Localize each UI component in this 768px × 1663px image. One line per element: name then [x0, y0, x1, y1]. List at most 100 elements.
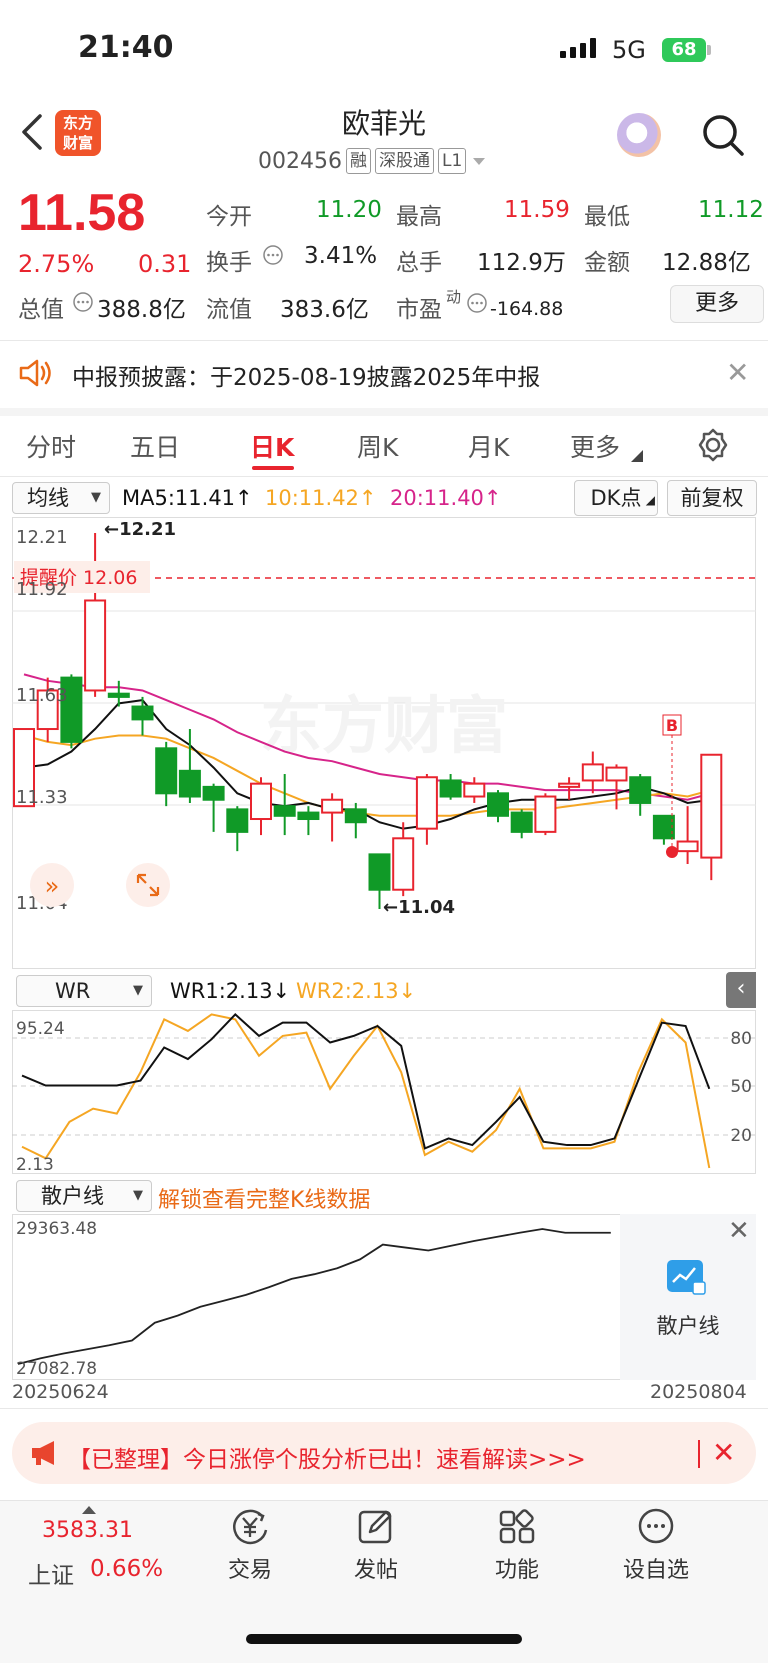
- y-label-1: 12.21: [16, 527, 68, 548]
- more-dots-icon: [638, 1508, 674, 1544]
- corner-triangle-icon: [631, 450, 643, 462]
- notice-text[interactable]: 中报预披露：于2025-08-19披露2025年中报: [72, 358, 540, 392]
- volume-value: 112.9万: [477, 250, 566, 276]
- dk-point-label: DK点: [590, 486, 642, 510]
- candle-body: [676, 840, 699, 853]
- index-value[interactable]: 3583.31: [42, 1518, 133, 1543]
- date-end: 20250804: [650, 1381, 747, 1403]
- nav-functions[interactable]: 功能: [467, 1504, 567, 1584]
- connect-tag: 深股通: [374, 148, 434, 174]
- retail-y-bottom: 27082.78: [16, 1359, 97, 1379]
- date-start: 20250624: [12, 1381, 109, 1403]
- double-chevron-icon: »: [45, 872, 60, 900]
- candle-body: [202, 785, 225, 801]
- wr-chart: 95.24 2.13 80 50 20: [12, 1010, 756, 1174]
- tab-underline: [252, 466, 294, 470]
- open-label: 今开: [206, 204, 252, 230]
- candle-body: [297, 811, 320, 821]
- wr-select[interactable]: WR ▼: [16, 975, 152, 1007]
- expand-up-icon[interactable]: [82, 1506, 96, 1514]
- wr1-line: [21, 1013, 711, 1150]
- tab-more[interactable]: 更多: [570, 428, 620, 464]
- wr-y-top: 95.24: [16, 1019, 65, 1039]
- assistant-avatar[interactable]: [617, 113, 661, 157]
- tab-daily-k[interactable]: 日K: [250, 428, 294, 464]
- close-icon[interactable]: ✕: [712, 1436, 735, 1469]
- wr-y-50: 50: [730, 1077, 752, 1097]
- chevron-down-icon: ▼: [133, 1188, 143, 1203]
- search-icon[interactable]: [700, 112, 746, 158]
- candle-body: [131, 705, 154, 721]
- retail-y-top: 29363.48: [16, 1219, 97, 1239]
- low-label: 最低: [584, 204, 630, 230]
- nav-watchlist[interactable]: 设自选: [606, 1504, 706, 1584]
- volume-label: 总手: [396, 250, 442, 276]
- unlock-link[interactable]: 解锁查看完整K线数据: [158, 1182, 370, 1214]
- info-icon[interactable]: [466, 292, 488, 314]
- tab-monthly-k[interactable]: 月K: [468, 428, 509, 464]
- open-value: 11.20: [316, 197, 382, 223]
- close-icon[interactable]: ✕: [726, 356, 749, 389]
- candle-body: [629, 776, 652, 804]
- info-icon[interactable]: [262, 244, 284, 266]
- close-icon[interactable]: ✕: [728, 1216, 750, 1246]
- nav-watchlist-label: 设自选: [622, 1558, 689, 1583]
- kline-chart[interactable]: 东方财富 提醒价 12.06 12.21 11.92 11.63 11.33 1…: [12, 517, 756, 969]
- candle-body: [534, 795, 557, 833]
- pe-label: 市盈: [396, 297, 442, 323]
- divider: [0, 1408, 768, 1409]
- float-value: 383.6亿: [280, 297, 369, 323]
- chevron-down-icon: ▼: [91, 490, 101, 505]
- stock-code-row[interactable]: 002456 融 深股通 L1: [258, 147, 488, 175]
- candle-body: [487, 792, 509, 817]
- candle-body: [226, 808, 249, 833]
- ma20-label: 20:11.40↑: [390, 486, 502, 510]
- stock-code: 002456: [258, 148, 342, 174]
- watermark: 东方财富: [260, 689, 508, 762]
- divider: [0, 340, 768, 341]
- candle-body: [392, 837, 415, 891]
- retail-line: [17, 1228, 611, 1365]
- candle-body: [84, 599, 107, 692]
- turnover-label: 换手: [206, 250, 252, 276]
- nav-post-label: 发帖: [353, 1558, 398, 1583]
- tab-five-day[interactable]: 五日: [130, 428, 180, 464]
- nav-trade[interactable]: 交易: [200, 1504, 300, 1584]
- candle-body: [178, 769, 201, 798]
- nav-post[interactable]: 发帖: [326, 1504, 426, 1584]
- divider: [0, 408, 768, 416]
- candle-body: [581, 763, 604, 782]
- banner-text[interactable]: 【已整理】今日涨停个股分析已出！速看解读>>>: [68, 1440, 586, 1474]
- y-label-4: 11.33: [16, 787, 68, 808]
- info-icon[interactable]: [72, 291, 94, 313]
- retail-select[interactable]: 散户线 ▼: [16, 1180, 152, 1212]
- dk-point-button[interactable]: DK点 ◢: [574, 480, 658, 516]
- current-price: 11.58: [18, 184, 146, 242]
- collapse-button[interactable]: ‹: [726, 972, 756, 1008]
- more-button[interactable]: 更多: [670, 285, 764, 323]
- ma10-label: 10:11.42↑: [265, 486, 377, 510]
- alert-dot: [666, 846, 678, 858]
- candle-body: [321, 798, 344, 814]
- wr-y-20: 20: [730, 1126, 752, 1146]
- candle-body: [463, 782, 486, 798]
- fullscreen-button[interactable]: [126, 863, 170, 907]
- index-name[interactable]: 上证: [28, 1556, 74, 1590]
- gear-icon[interactable]: [695, 427, 731, 463]
- grid-icon: [499, 1509, 535, 1544]
- tab-weekly-k[interactable]: 周K: [357, 428, 398, 464]
- ma5-label: MA5:11.41↑: [122, 486, 253, 510]
- candle-body: [652, 814, 675, 840]
- status-time: 21:40: [78, 30, 174, 65]
- retail-select-label: 散户线: [41, 1184, 104, 1208]
- float-label: 流值: [206, 297, 252, 323]
- yen-exchange-icon: [233, 1509, 268, 1545]
- pe-sup: 动: [446, 288, 462, 306]
- index-percent[interactable]: 0.66%: [90, 1556, 163, 1582]
- wr2-line: [21, 1013, 711, 1169]
- candle-body: [439, 779, 462, 798]
- indicator-select[interactable]: 均线 ▼: [12, 482, 110, 514]
- tab-intraday[interactable]: 分时: [26, 428, 76, 464]
- network-label: 5G: [612, 36, 646, 64]
- adjust-button[interactable]: 前复权: [667, 480, 757, 516]
